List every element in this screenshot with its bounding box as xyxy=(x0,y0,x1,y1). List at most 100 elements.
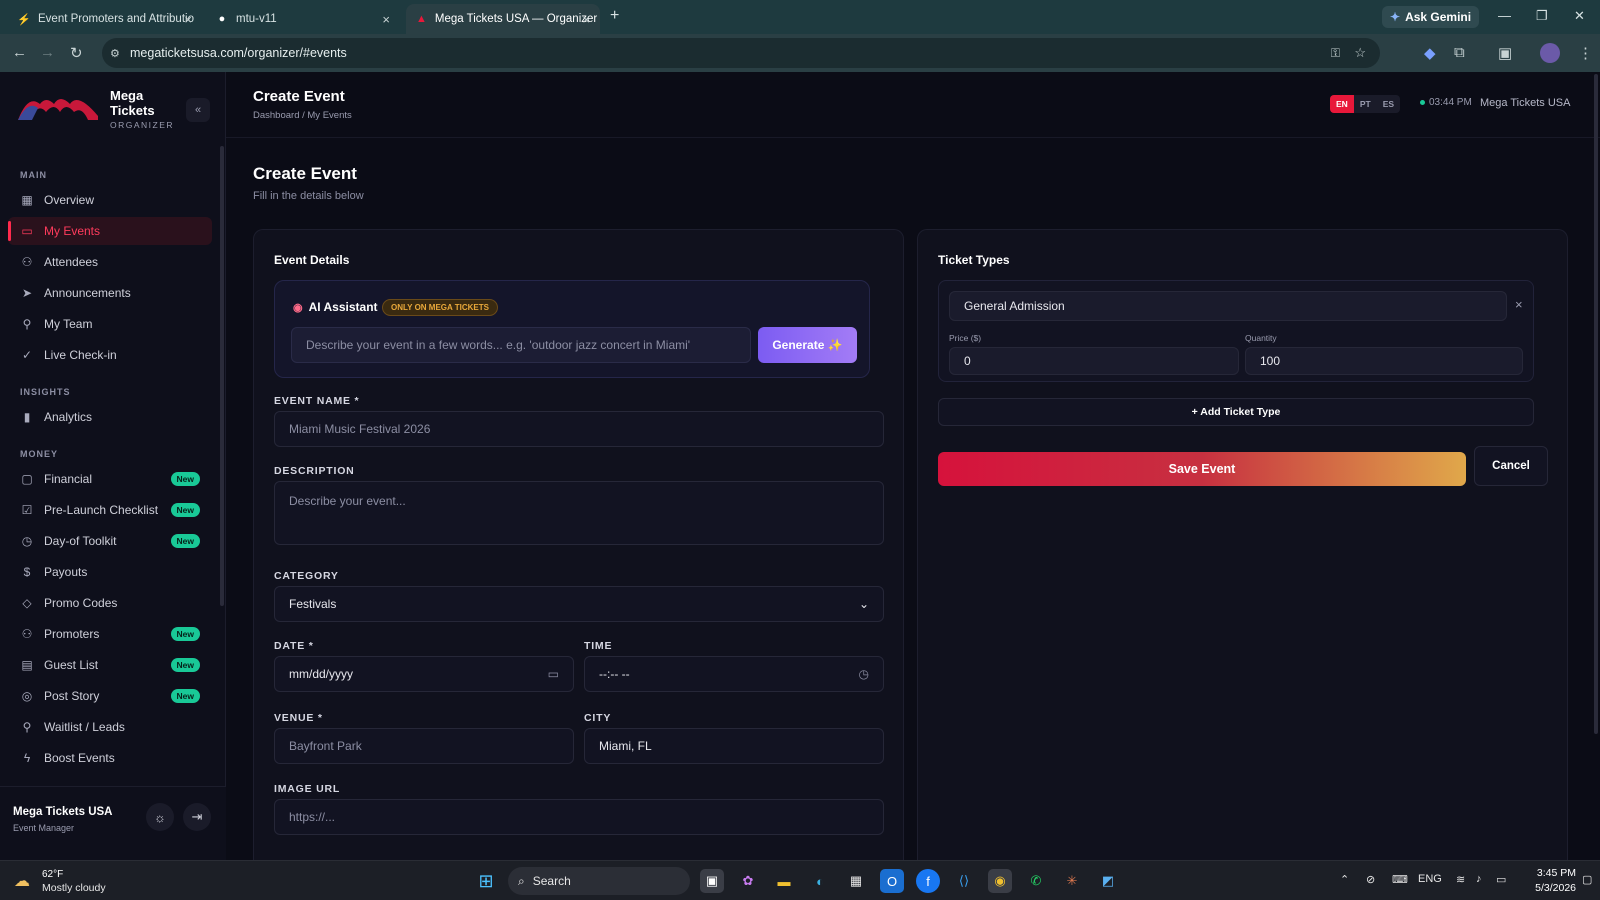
bookmark-star-icon[interactable]: ☆ xyxy=(1354,45,1366,61)
collapse-sidebar-button[interactable]: « xyxy=(186,98,210,122)
reload-icon[interactable]: ↻ xyxy=(70,44,83,62)
sidebar-item-attendees[interactable]: ⚇ Attendees xyxy=(8,248,212,276)
keyboard-icon[interactable]: ⌨ xyxy=(1392,873,1408,886)
message-icon: ▢ xyxy=(21,472,33,486)
ticket-name-input[interactable]: General Admission xyxy=(949,291,1507,321)
sidebar-item-overview[interactable]: ▦ Overview xyxy=(8,186,212,214)
weather-icon[interactable]: ☁ xyxy=(14,871,30,891)
sidebar-item-post-story[interactable]: ◎ Post Story New xyxy=(8,682,212,710)
facebook-icon[interactable]: f xyxy=(916,869,940,893)
sidebar-scrollbar[interactable] xyxy=(220,146,224,606)
sidebar-item-analytics[interactable]: ▮ Analytics xyxy=(8,403,212,431)
sidebar-item-live-check-in[interactable]: ✓ Live Check-in xyxy=(8,341,212,369)
whatsapp-icon[interactable]: ✆ xyxy=(1024,869,1048,893)
site-info-icon[interactable]: ⚙ xyxy=(110,47,120,60)
description-textarea[interactable]: Describe your event... xyxy=(274,481,884,545)
wifi-icon[interactable]: ≋ xyxy=(1456,873,1465,886)
sidebar-item-boost-events[interactable]: ϟ Boost Events xyxy=(8,744,212,772)
event-name-input[interactable]: Miami Music Festival 2026 xyxy=(274,411,884,447)
quantity-input[interactable]: 100 xyxy=(1245,347,1523,375)
lang-es[interactable]: ES xyxy=(1377,95,1400,113)
main-scrollbar[interactable] xyxy=(1594,74,1598,734)
close-icon[interactable]: × xyxy=(184,12,192,27)
user-icon: ⚲ xyxy=(22,317,32,331)
store-icon[interactable]: ▦ xyxy=(844,869,868,893)
menu-dots-icon[interactable]: ⋮ xyxy=(1578,44,1593,62)
bolt-icon: ⚡ xyxy=(17,13,31,26)
address-bar[interactable]: ⚙ megaticketsusa.com/organizer/#events ⚿… xyxy=(102,38,1380,68)
tab-title: mtu-v11 xyxy=(236,13,277,25)
edge-icon[interactable]: ◐ xyxy=(808,869,832,893)
taskbar-search[interactable]: ⌕ Search xyxy=(508,867,690,895)
ticket-types-heading: Ticket Types xyxy=(938,253,1010,267)
save-event-button[interactable]: Save Event xyxy=(938,452,1466,486)
key-icon[interactable]: ⚿ xyxy=(1331,46,1340,61)
browser-tab[interactable]: ⚡ Event Promoters and Attributio × xyxy=(8,4,202,34)
volume-icon[interactable]: ♪ xyxy=(1476,873,1482,885)
theme-toggle-button[interactable]: ☼ xyxy=(146,803,174,831)
sidebar-item-pre-launch-checklist[interactable]: ☑ Pre-Launch Checklist New xyxy=(8,496,212,524)
city-input[interactable]: Miami, FL xyxy=(584,728,884,764)
forward-icon[interactable]: → xyxy=(40,44,55,61)
back-icon[interactable]: ← xyxy=(12,44,27,61)
ai-prompt-input[interactable]: Describe your event in a few words... e.… xyxy=(291,327,751,363)
weather-temp[interactable]: 62°F xyxy=(42,869,63,880)
logout-button[interactable]: ⇥ xyxy=(183,803,211,831)
window-close-icon[interactable]: ✕ xyxy=(1574,8,1585,24)
header-title: Create Event xyxy=(253,88,345,105)
time-input[interactable]: --:-- -- ◷ xyxy=(584,656,884,692)
task-view-icon[interactable]: ▣ xyxy=(700,869,724,893)
claude-icon[interactable]: ✳ xyxy=(1060,869,1084,893)
browser-tab[interactable]: ● mtu-v11 × xyxy=(206,4,400,34)
sidebar-item-promo-codes[interactable]: ◇ Promo Codes xyxy=(8,589,212,617)
lang-pt[interactable]: PT xyxy=(1354,95,1377,113)
close-icon[interactable]: × xyxy=(582,12,590,27)
taskbar-time[interactable]: 3:45 PM xyxy=(1524,867,1576,879)
clock-picker-icon[interactable]: ◷ xyxy=(859,667,869,681)
sidebar-item-payouts[interactable]: $ Payouts xyxy=(8,558,212,586)
lang-en[interactable]: EN xyxy=(1330,95,1354,113)
remove-ticket-icon[interactable]: × xyxy=(1515,297,1523,312)
sidebar-item-my-events[interactable]: ▭ My Events xyxy=(8,217,212,245)
input-language[interactable]: ENG xyxy=(1418,873,1442,885)
app-icon[interactable]: ◩ xyxy=(1096,869,1120,893)
minimize-icon[interactable]: — xyxy=(1498,8,1511,23)
ask-gemini-button[interactable]: ✦ Ask Gemini xyxy=(1382,6,1480,28)
sidebar-item-day-of-toolkit[interactable]: ◷ Day-of Toolkit New xyxy=(8,527,212,555)
tray-chevron-icon[interactable]: ⌃ xyxy=(1340,873,1349,886)
browser-tab-active[interactable]: ▲ Mega Tickets USA — Organizer × xyxy=(406,4,600,34)
sidebar-item-guest-list[interactable]: ▤ Guest List New xyxy=(8,651,212,679)
copilot-icon[interactable]: ✿ xyxy=(736,869,760,893)
network-off-icon[interactable]: ⊘ xyxy=(1366,873,1375,886)
sidebar-item-financial[interactable]: ▢ Financial New xyxy=(8,465,212,493)
outlook-icon[interactable]: O xyxy=(880,869,904,893)
weather-desc[interactable]: Mostly cloudy xyxy=(42,882,106,894)
price-input[interactable]: 0 xyxy=(949,347,1239,375)
venue-input[interactable]: Bayfront Park xyxy=(274,728,574,764)
sidebar-item-announcements[interactable]: ➤ Announcements xyxy=(8,279,212,307)
generate-button[interactable]: Generate ✨ xyxy=(758,327,857,363)
sidebar-item-waitlist-leads[interactable]: ⚲ Waitlist / Leads xyxy=(8,713,212,741)
sidepanel-icon[interactable]: ▣ xyxy=(1498,44,1512,62)
chrome-icon[interactable]: ◉ xyxy=(988,869,1012,893)
puzzle-icon[interactable]: ⧉ xyxy=(1454,44,1465,61)
sidebar-item-promoters[interactable]: ⚇ Promoters New xyxy=(8,620,212,648)
file-explorer-icon[interactable]: ▬ xyxy=(772,869,796,893)
cancel-button[interactable]: Cancel xyxy=(1474,446,1548,486)
sidebar-item-my-team[interactable]: ⚲ My Team xyxy=(8,310,212,338)
category-select[interactable]: Festivals ⌄ xyxy=(274,586,884,622)
add-ticket-type-button[interactable]: + Add Ticket Type xyxy=(938,398,1534,426)
windows-start-icon[interactable]: ⊞ xyxy=(474,869,498,893)
image-url-input[interactable]: https://... xyxy=(274,799,884,835)
close-icon[interactable]: × xyxy=(382,12,390,27)
restore-icon[interactable]: ❐ xyxy=(1536,8,1548,24)
taskbar-date[interactable]: 5/3/2026 xyxy=(1524,882,1576,894)
battery-icon[interactable]: ▭ xyxy=(1496,873,1506,886)
notification-icon[interactable]: ▢ xyxy=(1582,873,1592,886)
date-input[interactable]: mm/dd/yyyy ▭ xyxy=(274,656,574,692)
profile-avatar[interactable] xyxy=(1540,43,1560,63)
new-tab-icon[interactable]: + xyxy=(610,7,619,25)
extension-icon[interactable]: ◆ xyxy=(1424,44,1436,62)
vscode-icon[interactable]: ⟨⟩ xyxy=(952,869,976,893)
calendar-picker-icon[interactable]: ▭ xyxy=(548,667,559,681)
